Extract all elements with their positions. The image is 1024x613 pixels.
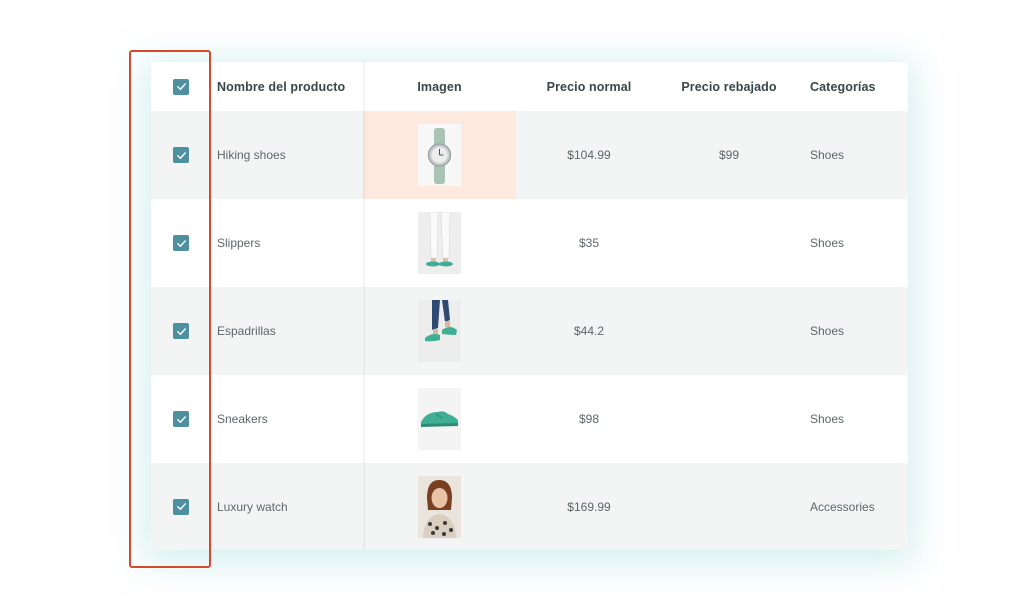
- sale-price[interactable]: [662, 199, 796, 287]
- frozen-column-shadow: [363, 62, 367, 550]
- checkbox-column-highlight: [129, 50, 211, 568]
- watch-thumbnail-icon[interactable]: [418, 124, 461, 186]
- category[interactable]: Shoes: [810, 111, 908, 199]
- product-image-cell: [363, 111, 516, 199]
- table-row[interactable]: Slippers $35 Shoes: [151, 199, 908, 287]
- sale-price[interactable]: [662, 287, 796, 375]
- product-name[interactable]: Slippers: [217, 199, 363, 287]
- regular-price[interactable]: $44.2: [516, 287, 662, 375]
- product-name[interactable]: Espadrillas: [217, 287, 363, 375]
- table-row[interactable]: Hiking shoes $104.99 $99 Shoes: [151, 111, 908, 199]
- product-image-cell: [363, 463, 516, 550]
- header-sale-price[interactable]: Precio rebajado: [662, 62, 796, 111]
- product-name[interactable]: Luxury watch: [217, 463, 363, 550]
- regular-price[interactable]: $35: [516, 199, 662, 287]
- category[interactable]: Shoes: [810, 375, 908, 463]
- product-image-cell: [363, 287, 516, 375]
- table-row[interactable]: Espadrillas $44.2 Shoes: [151, 287, 908, 375]
- espadrilles-thumbnail-icon[interactable]: [418, 300, 461, 362]
- category[interactable]: Shoes: [810, 199, 908, 287]
- table-row[interactable]: Sneakers $98 Shoes: [151, 375, 908, 463]
- category[interactable]: Shoes: [810, 287, 908, 375]
- product-name[interactable]: Hiking shoes: [217, 111, 363, 199]
- table-row[interactable]: Luxury watch $169.99 Accessories: [151, 463, 908, 550]
- regular-price[interactable]: $98: [516, 375, 662, 463]
- product-image-cell: [363, 375, 516, 463]
- sneaker-thumbnail-icon[interactable]: [418, 388, 461, 450]
- product-image-cell: [363, 199, 516, 287]
- category[interactable]: Accessories: [810, 463, 908, 550]
- sale-price[interactable]: [662, 463, 796, 550]
- regular-price[interactable]: $169.99: [516, 463, 662, 550]
- slippers-thumbnail-icon[interactable]: [418, 212, 461, 274]
- header-regular-price[interactable]: Precio normal: [516, 62, 662, 111]
- table-header: Nombre del producto Imagen Precio normal…: [151, 62, 908, 111]
- header-image[interactable]: Imagen: [363, 62, 516, 111]
- woman-portrait-thumbnail-icon[interactable]: [418, 475, 461, 538]
- header-name[interactable]: Nombre del producto: [217, 62, 363, 111]
- canvas: Nombre del producto Imagen Precio normal…: [0, 0, 1024, 613]
- product-name[interactable]: Sneakers: [217, 375, 363, 463]
- header-categories[interactable]: Categorías: [810, 62, 908, 111]
- sale-price[interactable]: $99: [662, 111, 796, 199]
- sale-price[interactable]: [662, 375, 796, 463]
- regular-price[interactable]: $104.99: [516, 111, 662, 199]
